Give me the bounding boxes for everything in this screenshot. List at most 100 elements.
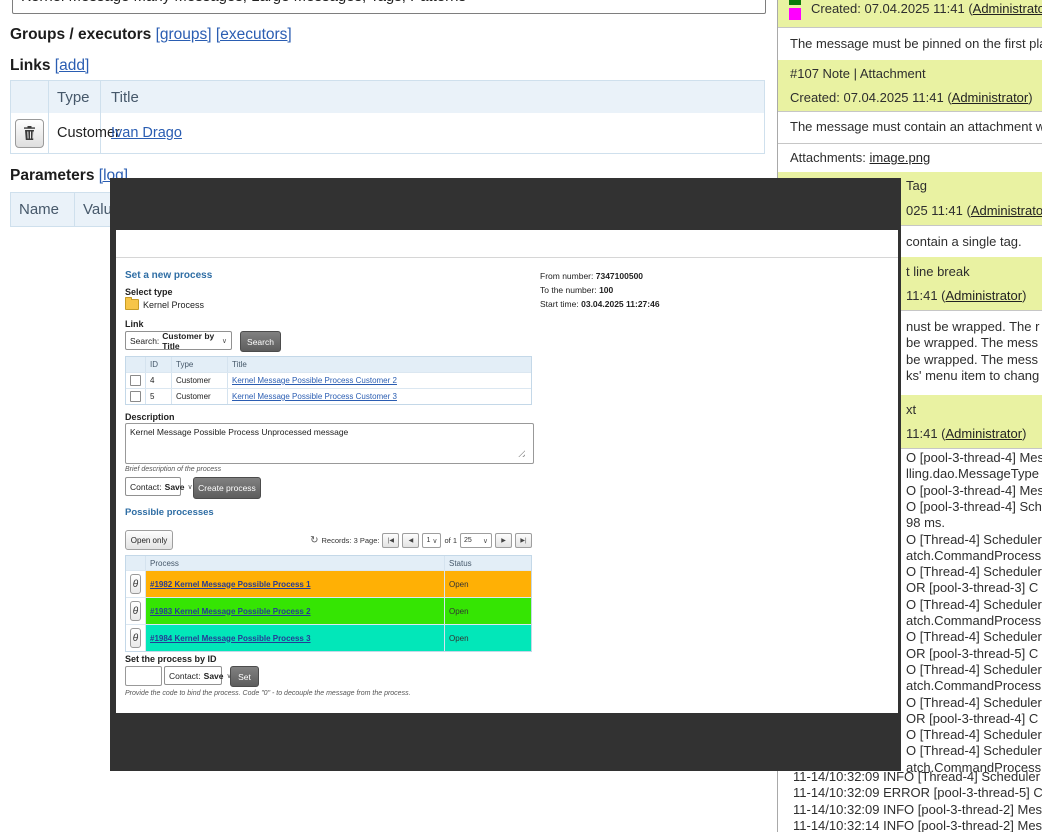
description-textarea[interactable]: Kernel Message Possible Process Unproces…	[125, 423, 534, 464]
paperclip-icon: θ	[133, 633, 138, 644]
customer-link[interactable]: Kernel Message Possible Process Customer…	[232, 392, 397, 401]
link-col-type: Type	[172, 357, 228, 372]
groups-executors-label: Groups / executors	[10, 26, 151, 43]
note-109-text-fragment: be wrapped. The mess	[906, 352, 1038, 367]
log-line: 11-14/10:32:14 INFO [pool-3-thread-2] Me…	[793, 818, 1042, 832]
process-table-header: Process Status	[126, 556, 531, 570]
parameters-label: Parameters	[10, 167, 94, 184]
process-link[interactable]: #1983 Kernel Message Possible Process 2	[150, 607, 311, 616]
pager: ↻ Records: 3 Page: |◀ ◀ 1 ∨ of 1 25 ∨ ▶ …	[321, 533, 532, 548]
administrator-link[interactable]: Administrator	[952, 90, 1029, 105]
delete-link-button[interactable]	[15, 119, 44, 148]
note-109-title-fragment: t line break	[906, 264, 970, 279]
log-line-fragment: O [pool-3-thread-4] Mes	[906, 450, 1042, 465]
search-button[interactable]: Search	[240, 331, 281, 352]
row-type: Customer	[172, 389, 228, 404]
log-line-fragment: OR [pool-3-thread-4] C	[906, 711, 1038, 726]
link-col-title: Title	[228, 357, 531, 372]
possible-processes-heading: Possible processes	[125, 507, 214, 518]
note-pin-text: The message must be pinned on the first …	[790, 36, 1042, 51]
open-only-button[interactable]: Open only	[125, 530, 173, 550]
link-row-type: Customer	[49, 113, 101, 153]
links-label: Links	[10, 57, 50, 74]
contact-value: Save	[165, 482, 185, 492]
set-process-window: Set a new process Select type Kernel Pro…	[116, 230, 898, 713]
log-line-fragment: O [Thread-4] Scheduler	[906, 662, 1042, 677]
administrator-link[interactable]: Administrator	[973, 1, 1042, 16]
groups-link[interactable]: [groups]	[156, 26, 212, 43]
to-number-value: 100	[599, 285, 613, 295]
note-row-pin-body: The message must be pinned on the first …	[778, 27, 1042, 61]
log-line: 11-14/10:32:09 INFO [Thread-4] Scheduler	[793, 769, 1040, 784]
log-line-fragment: atch.CommandProcess	[906, 548, 1041, 563]
log-line-fragment: O [pool-3-thread-4] Mes	[906, 483, 1042, 498]
administrator-link[interactable]: Administrato	[971, 203, 1042, 218]
process-link[interactable]: #1984 Kernel Message Possible Process 3	[150, 634, 311, 643]
note-109-text-fragment: ks' menu item to chang	[906, 368, 1039, 383]
color-swatch-green-icon	[789, 0, 801, 5]
set-button[interactable]: Set	[230, 666, 259, 687]
note-row-attachments: Attachments: image.png	[778, 143, 1042, 173]
from-number-value: 7347100500	[596, 271, 643, 281]
log-line-fragment: O [Thread-4] Scheduler	[906, 564, 1042, 579]
create-process-button[interactable]: Create process	[193, 477, 261, 499]
customer-link[interactable]: Kernel Message Possible Process Customer…	[232, 376, 397, 385]
pager-prev-button[interactable]: ◀	[402, 533, 419, 548]
chevron-down-icon: ∨	[483, 537, 488, 545]
chevron-down-icon: ∨	[222, 337, 227, 345]
log-line-fragment: O [Thread-4] Scheduler	[906, 597, 1042, 612]
process-col: Process	[146, 556, 445, 570]
note-107-text: The message must contain an attachment w…	[790, 119, 1042, 134]
links-table-row: Customer Ivan Drago	[11, 113, 764, 153]
refresh-icon[interactable]: ↻	[310, 535, 318, 546]
note-107-created: Created: 07.04.2025 11:41 (	[790, 90, 952, 105]
note-109-text-fragment: nust be wrapped. The r	[906, 319, 1039, 334]
search-type-select[interactable]: Search: Customer by Title ∨	[125, 331, 232, 350]
log-line-fragment: O [Thread-4] Scheduler	[906, 743, 1042, 758]
start-time-label: Start time:	[540, 299, 579, 309]
note-110-title-fragment: xt	[906, 402, 916, 417]
search-select-value: Customer by Title	[162, 331, 219, 351]
contact-select[interactable]: Contact: Save ∨	[125, 477, 181, 496]
attachment-image-link[interactable]: image.png	[869, 150, 930, 165]
message-name-input[interactable]	[12, 0, 766, 14]
screen: Groups / executors [groups] [executors] …	[0, 0, 1042, 832]
contact-label: Contact:	[130, 482, 162, 492]
pager-next-button[interactable]: ▶	[495, 533, 512, 548]
administrator-link[interactable]: Administrator	[946, 426, 1023, 441]
row-checkbox[interactable]	[130, 391, 141, 402]
process-link[interactable]: #1982 Kernel Message Possible Process 1	[150, 580, 311, 589]
note-109-created-fragment: 11:41 (	[906, 288, 946, 303]
pager-first-button[interactable]: |◀	[382, 533, 399, 548]
log-line-fragment: O [Thread-4] Scheduler	[906, 629, 1042, 644]
link-section-label: Link	[125, 319, 144, 329]
row-checkbox[interactable]	[130, 375, 141, 386]
note-108-created-fragment: 025 11:41 (	[906, 203, 971, 218]
pager-last-button[interactable]: ▶|	[515, 533, 532, 548]
process-type-row[interactable]: Kernel Process	[125, 299, 204, 310]
links-heading: Links [add]	[10, 57, 89, 75]
groups-executors-heading: Groups / executors [groups] [executors]	[10, 26, 292, 44]
pager-size-select[interactable]: 25 ∨	[460, 533, 492, 548]
note-108-text-fragment: contain a single tag.	[906, 234, 1022, 249]
pager-page-select[interactable]: 1 ∨	[422, 533, 441, 548]
log-line-fragment: OR [pool-3-thread-3] C	[906, 580, 1038, 595]
link-row-title-link[interactable]: Ivan Drago	[111, 125, 182, 141]
note-110-close: )	[1022, 426, 1026, 441]
bind-process-button[interactable]: θ	[130, 628, 141, 648]
bind-process-button[interactable]: θ	[130, 574, 141, 594]
executors-link[interactable]: [executors]	[216, 26, 292, 43]
process-id-input[interactable]	[125, 666, 162, 686]
window-header-divider	[116, 257, 898, 258]
chevron-down-icon: ∨	[432, 537, 437, 545]
attachments-label: Attachments:	[790, 150, 869, 165]
description-label: Description	[125, 412, 175, 422]
links-table: Type Title Customer Ivan Drago	[10, 80, 765, 154]
bind-process-button[interactable]: θ	[130, 601, 141, 621]
start-time-value: 03.04.2025 11:27:46	[581, 299, 659, 309]
link-table-header: ID Type Title	[126, 357, 531, 372]
administrator-link[interactable]: Administrator	[946, 288, 1023, 303]
contact-select-2[interactable]: Contact: Save ∨	[164, 666, 222, 685]
to-number-label: To the number:	[540, 285, 597, 295]
links-add-link[interactable]: [add]	[55, 57, 89, 74]
